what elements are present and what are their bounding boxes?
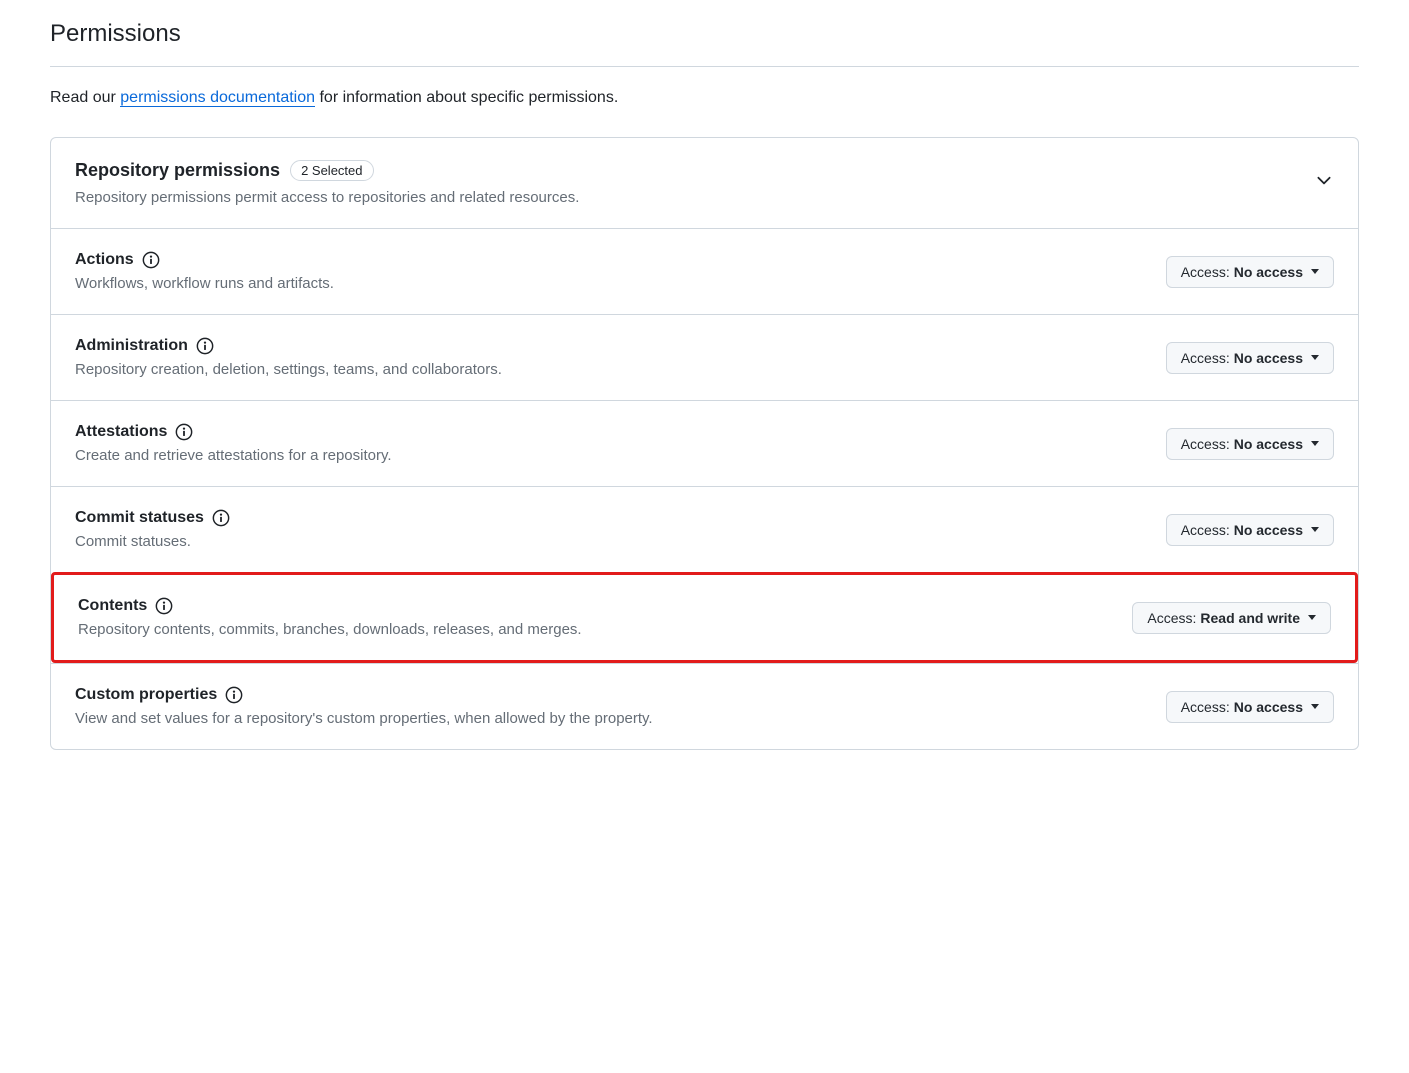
access-dropdown[interactable]: Access: No access [1166, 691, 1334, 723]
access-label: Access: [1181, 522, 1230, 538]
access-value: No access [1234, 264, 1303, 280]
info-icon[interactable] [225, 686, 243, 704]
permission-row: Custom properties View and set values for… [51, 663, 1358, 749]
access-label: Access: [1181, 436, 1230, 452]
caret-down-icon [1311, 441, 1319, 446]
info-icon[interactable] [196, 337, 214, 355]
access-value: Read and write [1200, 610, 1300, 626]
permission-row: Attestations Create and retrieve attestat… [51, 400, 1358, 486]
caret-down-icon [1311, 527, 1319, 532]
permission-row-info: Actions Workflows, workflow runs and arti… [75, 251, 1146, 292]
page-title: Permissions [50, 20, 1359, 56]
info-icon[interactable] [155, 597, 173, 615]
permission-row-info: Attestations Create and retrieve attestat… [75, 423, 1146, 464]
access-dropdown[interactable]: Access: No access [1166, 514, 1334, 546]
intro-suffix: for information about specific permissio… [315, 89, 618, 106]
permission-description: Create and retrieve attestations for a r… [75, 447, 1146, 464]
permission-description: Repository contents, commits, branches, … [78, 621, 1112, 638]
repository-permissions-box: Repository permissions 2 Selected Reposi… [50, 137, 1359, 750]
permissions-doc-link[interactable]: permissions documentation [120, 89, 315, 107]
title-divider [50, 66, 1359, 67]
intro-prefix: Read our [50, 89, 120, 106]
repository-permissions-header[interactable]: Repository permissions 2 Selected Reposi… [51, 138, 1358, 228]
permission-title: Commit statuses [75, 509, 204, 527]
intro-text: Read our permissions documentation for i… [50, 89, 1359, 107]
info-icon[interactable] [175, 423, 193, 441]
permission-row-info: Contents Repository contents, commits, br… [78, 597, 1112, 638]
access-dropdown[interactable]: Access: Read and write [1132, 602, 1331, 634]
caret-down-icon [1311, 704, 1319, 709]
caret-down-icon [1311, 269, 1319, 274]
access-label: Access: [1181, 699, 1230, 715]
caret-down-icon [1308, 615, 1316, 620]
permission-title: Actions [75, 251, 134, 269]
access-label: Access: [1147, 610, 1196, 626]
highlighted-permission: Contents Repository contents, commits, br… [51, 572, 1358, 663]
permission-title: Attestations [75, 423, 167, 441]
permission-title: Custom properties [75, 686, 217, 704]
access-label: Access: [1181, 350, 1230, 366]
access-value: No access [1234, 350, 1303, 366]
access-dropdown[interactable]: Access: No access [1166, 428, 1334, 460]
permission-description: Workflows, workflow runs and artifacts. [75, 275, 1146, 292]
permission-row-info: Custom properties View and set values for… [75, 686, 1146, 727]
permission-row: Contents Repository contents, commits, br… [54, 575, 1355, 660]
access-dropdown[interactable]: Access: No access [1166, 342, 1334, 374]
permission-description: Repository creation, deletion, settings,… [75, 361, 1146, 378]
permission-row-info: Commit statuses Commit statuses. [75, 509, 1146, 550]
info-icon[interactable] [142, 251, 160, 269]
info-icon[interactable] [212, 509, 230, 527]
access-value: No access [1234, 699, 1303, 715]
permission-row: Commit statuses Commit statuses. Access: N… [51, 486, 1358, 572]
section-title: Repository permissions [75, 160, 280, 181]
access-value: No access [1234, 522, 1303, 538]
chevron-down-icon [1314, 170, 1334, 190]
access-label: Access: [1181, 264, 1230, 280]
selected-count-badge: 2 Selected [290, 160, 373, 181]
permission-row-info: Administration Repository creation, delet… [75, 337, 1146, 378]
permission-row: Administration Repository creation, delet… [51, 314, 1358, 400]
caret-down-icon [1311, 355, 1319, 360]
access-dropdown[interactable]: Access: No access [1166, 256, 1334, 288]
section-subtitle: Repository permissions permit access to … [75, 189, 579, 206]
permission-description: View and set values for a repository's c… [75, 710, 1146, 727]
permission-title: Administration [75, 337, 188, 355]
permission-description: Commit statuses. [75, 533, 1146, 550]
permission-row: Actions Workflows, workflow runs and arti… [51, 228, 1358, 314]
access-value: No access [1234, 436, 1303, 452]
permission-title: Contents [78, 597, 147, 615]
